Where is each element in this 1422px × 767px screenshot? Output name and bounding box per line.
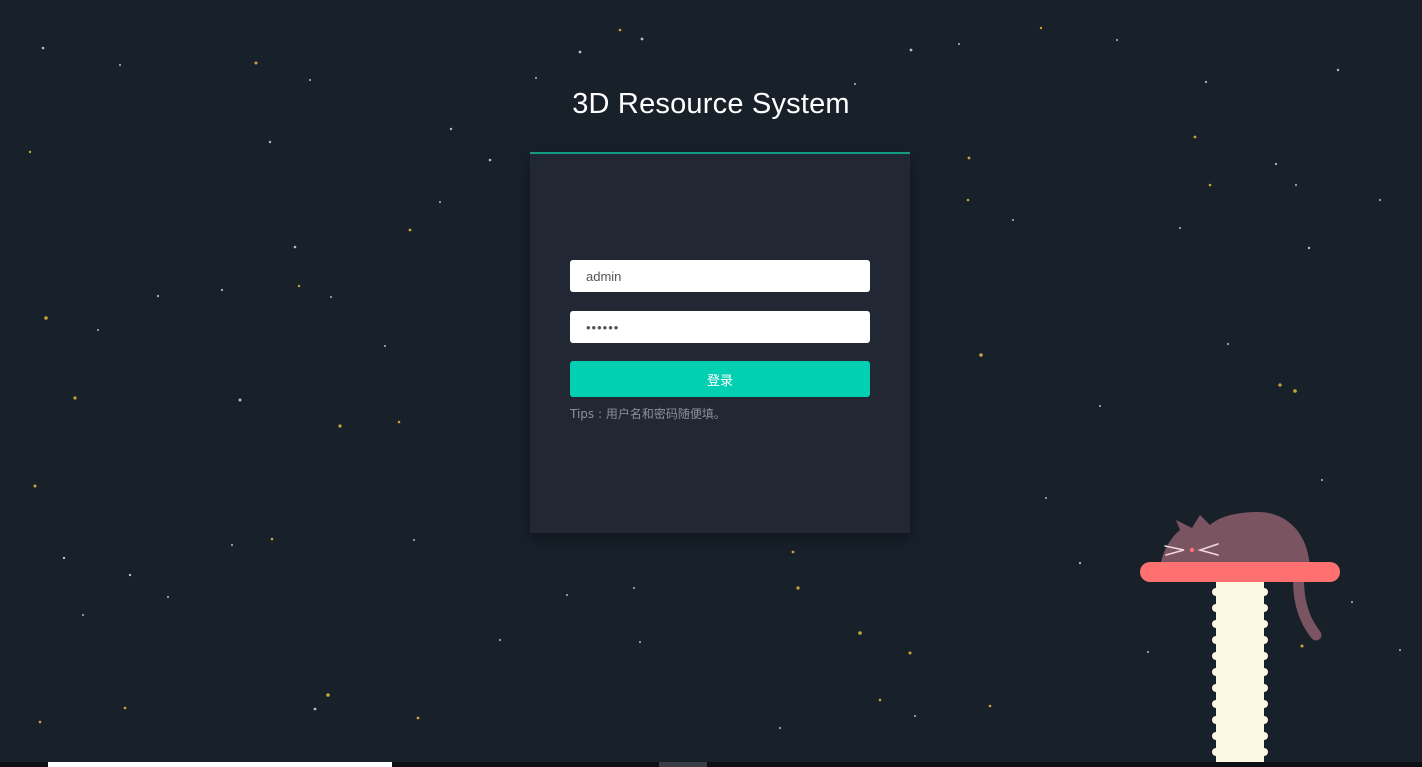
bottom-bar <box>0 762 1422 767</box>
sleeping-cat-icon <box>1140 512 1340 762</box>
tips-text: Tips : 用户名和密码随便填。 <box>570 407 726 421</box>
page-title: 3D Resource System <box>572 88 850 120</box>
bottom-bar-segment <box>48 762 392 767</box>
username-input[interactable] <box>570 260 870 292</box>
password-input[interactable] <box>570 311 870 343</box>
login-card: 登录 Tips : 用户名和密码随便填。 <box>530 152 910 533</box>
bottom-bar-segment <box>659 762 707 767</box>
login-button[interactable]: 登录 <box>570 361 870 397</box>
login-page: 3D Resource System 登录 Tips : 用户名和密码随便填。 <box>0 0 1422 767</box>
